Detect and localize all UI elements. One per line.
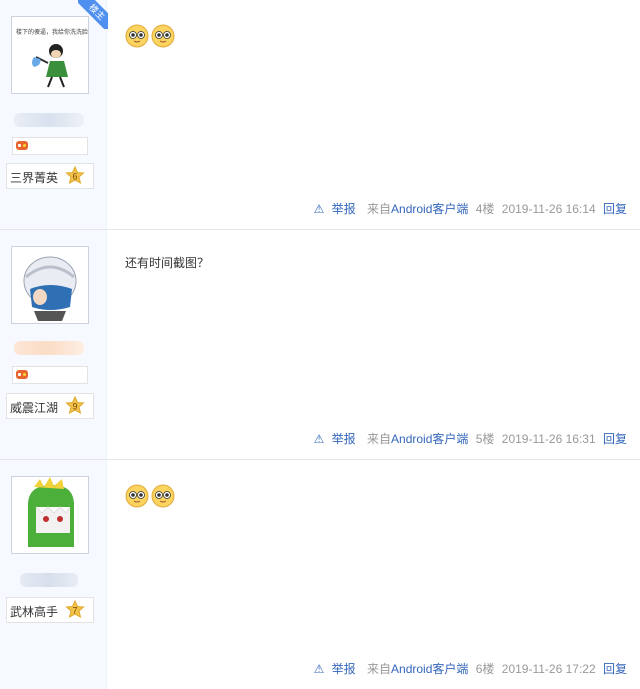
source-label: 来自Android客户端 bbox=[367, 662, 469, 676]
report-link[interactable]: ⚠ 举报 bbox=[314, 202, 356, 216]
post-time: 2019-11-26 16:31 bbox=[501, 432, 596, 446]
post-content bbox=[125, 484, 177, 511]
gamepad-icon bbox=[16, 370, 28, 379]
badge-bar bbox=[12, 137, 88, 155]
post-content bbox=[125, 24, 177, 51]
source-label: 来自Android客户端 bbox=[367, 202, 469, 216]
level-badge[interactable]: 三界菁英 6 bbox=[6, 163, 94, 189]
level-title: 威震江湖 bbox=[10, 401, 59, 415]
post-floor-6: 武林高手 7 ⚠ 举报 来自Android客户端 6楼 2019-11-26 1… bbox=[0, 460, 640, 689]
cartoon-figure-image bbox=[32, 44, 68, 88]
source-client-link[interactable]: Android客户端 bbox=[391, 662, 468, 676]
level-star-icon: 6 bbox=[65, 166, 85, 184]
post-time: 2019-11-26 17:22 bbox=[501, 662, 596, 676]
floor-number: 4楼 bbox=[475, 202, 495, 216]
username-blurred[interactable] bbox=[20, 573, 78, 587]
avatar[interactable] bbox=[11, 476, 89, 554]
reply-link[interactable]: 回复 bbox=[603, 202, 627, 216]
author-sidebar: 武林高手 7 bbox=[0, 460, 107, 689]
gamepad-icon bbox=[16, 141, 28, 150]
emoji-icon bbox=[151, 24, 175, 48]
username-blurred[interactable] bbox=[14, 113, 84, 127]
badge-bar bbox=[12, 366, 88, 384]
author-sidebar: 威震江湖 9 bbox=[0, 230, 107, 459]
username-blurred[interactable] bbox=[14, 341, 84, 355]
level-number: 9 bbox=[72, 402, 77, 412]
post-floor-4: 楼下的傻逼，我给你洗洗脸 楼主 三界菁英 6 ⚠ 举报 来自Android客户端… bbox=[0, 0, 640, 230]
source-client-link[interactable]: Android客户端 bbox=[391, 432, 468, 446]
report-link[interactable]: ⚠ 举报 bbox=[314, 662, 356, 676]
level-badge[interactable]: 威震江湖 9 bbox=[6, 393, 94, 419]
source-label: 来自Android客户端 bbox=[367, 432, 469, 446]
post-floor-5: 威震江湖 9 还有时间截图？ ⚠ 举报 来自Android客户端 5楼 2019… bbox=[0, 230, 640, 460]
reply-link[interactable]: 回复 bbox=[603, 662, 627, 676]
emoji-icon bbox=[151, 484, 175, 508]
emoji-icon bbox=[125, 484, 149, 508]
level-title: 三界菁英 bbox=[10, 171, 59, 185]
post-tail: ⚠ 举报 来自Android客户端 6楼 2019-11-26 17:22 回复 bbox=[310, 660, 627, 677]
report-link[interactable]: ⚠ 举报 bbox=[314, 432, 356, 446]
post-time: 2019-11-26 16:14 bbox=[501, 202, 596, 216]
level-star-icon: 7 bbox=[65, 600, 85, 618]
floor-number: 5楼 bbox=[475, 432, 495, 446]
op-badge: 楼主 bbox=[78, 0, 108, 29]
level-star-icon: 9 bbox=[65, 396, 85, 414]
avatar[interactable] bbox=[11, 246, 89, 324]
author-sidebar: 楼下的傻逼，我给你洗洗脸 楼主 三界菁英 6 bbox=[0, 0, 108, 229]
reply-link[interactable]: 回复 bbox=[603, 432, 627, 446]
post-tail: ⚠ 举报 来自Android客户端 4楼 2019-11-26 16:14 回复 bbox=[310, 200, 627, 217]
cartoon-helmet-image bbox=[23, 256, 77, 321]
floor-number: 6楼 bbox=[475, 662, 495, 676]
level-badge[interactable]: 武林高手 7 bbox=[6, 597, 94, 623]
post-tail: ⚠ 举报 来自Android客户端 5楼 2019-11-26 16:31 回复 bbox=[310, 430, 627, 447]
emoji-icon bbox=[125, 24, 149, 48]
post-text: 还有时间截图？ bbox=[125, 256, 210, 270]
post-content: 还有时间截图？ bbox=[125, 254, 209, 271]
level-number: 6 bbox=[72, 172, 77, 182]
level-title: 武林高手 bbox=[10, 605, 59, 619]
level-number: 7 bbox=[72, 606, 77, 616]
source-client-link[interactable]: Android客户端 bbox=[391, 202, 468, 216]
green-dinosaur-image bbox=[12, 477, 88, 553]
